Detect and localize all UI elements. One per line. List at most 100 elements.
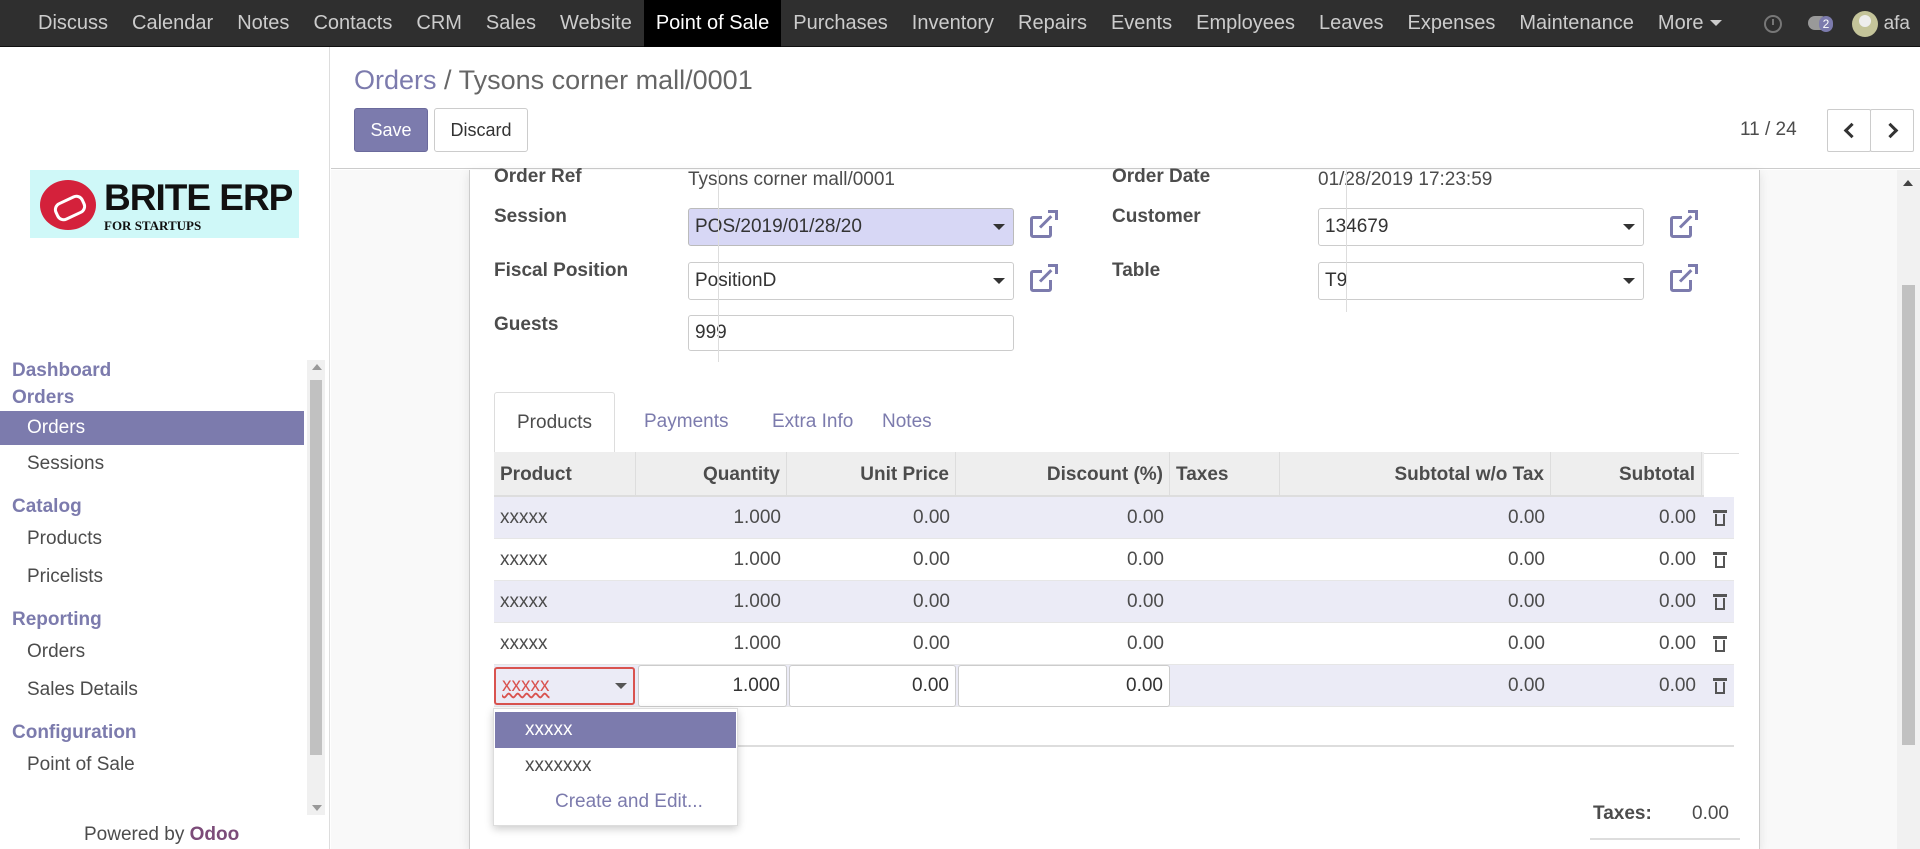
- caret-down-icon: [1709, 20, 1722, 26]
- menu-item-inventory[interactable]: Inventory: [900, 0, 1006, 47]
- table-row-editing[interactable]: xxxxx 1.000 0.00 0.00 0.00 0.00: [494, 665, 1734, 707]
- menu-item-point-of-sale[interactable]: Point of Sale: [643, 0, 782, 47]
- discard-button[interactable]: Discard: [434, 108, 528, 152]
- trash-icon[interactable]: [1713, 594, 1727, 610]
- menu-item-employees[interactable]: Employees: [1184, 0, 1307, 47]
- column-header-product[interactable]: Product: [494, 452, 636, 497]
- menu-item-website[interactable]: Website: [548, 0, 644, 47]
- product-select[interactable]: xxxxx: [494, 667, 635, 705]
- tab-notes[interactable]: Notes: [860, 392, 954, 454]
- sidebar-heading-orders[interactable]: Orders: [0, 384, 304, 411]
- sidebar-item-orders[interactable]: Orders: [0, 411, 304, 445]
- sidebar-item-orders[interactable]: Orders: [0, 633, 304, 671]
- sidebar-item-sessions[interactable]: Sessions: [0, 445, 304, 483]
- column-header-unit-price[interactable]: Unit Price: [787, 452, 956, 497]
- table-row[interactable]: xxxxx 1.000 0.00 0.00 0.00 0.00: [494, 497, 1734, 539]
- cell-quantity: 1.000: [733, 591, 781, 612]
- menu-item-maintenance[interactable]: Maintenance: [1507, 0, 1646, 47]
- session-select[interactable]: POS/2019/01/28/20: [688, 208, 1014, 246]
- breadcrumb-separator: /: [444, 65, 452, 95]
- quantity-input[interactable]: 1.000: [638, 665, 787, 707]
- menu-item-leaves[interactable]: Leaves: [1307, 0, 1396, 47]
- trash-icon[interactable]: [1713, 510, 1727, 526]
- customer-select[interactable]: 134679: [1318, 208, 1644, 246]
- menu-item-notes[interactable]: Notes: [225, 0, 301, 47]
- guests-input[interactable]: 999: [688, 315, 1014, 351]
- cell-subtotal: 0.00: [1659, 549, 1696, 570]
- table-row[interactable]: xxxxx 1.000 0.00 0.00 0.00 0.00: [494, 539, 1734, 581]
- pager-value[interactable]: 11 / 24: [1740, 119, 1797, 141]
- dropdown-option[interactable]: xxxxx: [495, 712, 736, 748]
- main-scrollbar[interactable]: [1897, 170, 1920, 849]
- dropdown-option[interactable]: xxxxxxx: [495, 748, 736, 784]
- trash-icon[interactable]: [1713, 636, 1727, 652]
- control-panel: Orders / Tysons corner mall/0001 Save Di…: [331, 47, 1920, 169]
- sidebar-item-products[interactable]: Products: [0, 520, 304, 558]
- user-name[interactable]: afa: [1884, 13, 1910, 35]
- table-row[interactable]: xxxxx 1.000 0.00 0.00 0.00 0.00: [494, 581, 1734, 623]
- external-link-icon[interactable]: [1030, 264, 1058, 292]
- fiscal-position-select[interactable]: PositionD: [688, 262, 1014, 300]
- chat-icon[interactable]: 2: [1807, 14, 1834, 34]
- cell-discount: 0.00: [1127, 507, 1164, 528]
- menu-item-sales[interactable]: Sales: [474, 0, 548, 47]
- menu-item-repairs[interactable]: Repairs: [1006, 0, 1099, 47]
- trash-icon[interactable]: [1713, 678, 1727, 694]
- save-button[interactable]: Save: [354, 108, 428, 152]
- sidebar-heading-configuration[interactable]: Configuration: [0, 719, 304, 746]
- menu-item-expenses[interactable]: Expenses: [1396, 0, 1508, 47]
- menu-item-crm[interactable]: CRM: [404, 0, 474, 47]
- powered-brand-link[interactable]: Odoo: [190, 824, 240, 845]
- tab-products[interactable]: Products: [494, 392, 615, 454]
- order-date-value: 01/28/2019 17:23:59: [1318, 169, 1493, 190]
- scrollbar-thumb[interactable]: [310, 380, 322, 755]
- tab-extra-info[interactable]: Extra Info: [750, 392, 875, 454]
- menu-item-purchases[interactable]: Purchases: [781, 0, 900, 47]
- scroll-down-icon[interactable]: [312, 805, 322, 811]
- order-date-label: Order Date: [1112, 166, 1211, 187]
- external-link-icon[interactable]: [1670, 264, 1698, 292]
- external-link-icon[interactable]: [1030, 210, 1058, 238]
- cell-unit-price: 0.00: [913, 507, 950, 528]
- sidebar-heading-catalog[interactable]: Catalog: [0, 493, 304, 520]
- chevron-right-icon: [1882, 122, 1899, 139]
- customer-value: 134679: [1325, 216, 1389, 237]
- avatar[interactable]: [1851, 10, 1878, 37]
- scroll-up-icon[interactable]: [312, 364, 322, 370]
- discount-input[interactable]: 0.00: [958, 665, 1170, 707]
- column-header-taxes[interactable]: Taxes: [1170, 452, 1280, 497]
- scrollbar-thumb[interactable]: [1902, 285, 1915, 745]
- column-header-subtotal[interactable]: Subtotal: [1551, 452, 1702, 497]
- column-header-discount[interactable]: Discount (%): [956, 452, 1170, 497]
- sidebar-heading-reporting[interactable]: Reporting: [0, 606, 304, 633]
- clock-icon[interactable]: [1763, 14, 1782, 33]
- sidebar-scrollbar[interactable]: [307, 360, 325, 815]
- table-select[interactable]: T9: [1318, 262, 1644, 300]
- unit-price-input[interactable]: 0.00: [789, 665, 956, 707]
- sidebar-item-pricelists[interactable]: Pricelists: [0, 558, 304, 596]
- menu-item-discuss[interactable]: Discuss: [26, 0, 120, 47]
- product-autocomplete-dropdown: xxxxx xxxxxxx Create and Edit...: [493, 708, 738, 826]
- column-header-quantity[interactable]: Quantity: [636, 452, 787, 497]
- create-and-edit-option[interactable]: Create and Edit...: [495, 784, 736, 820]
- menu-item-more[interactable]: More: [1646, 0, 1704, 47]
- sidebar-item-sales-details[interactable]: Sales Details: [0, 671, 304, 709]
- menu-item-events[interactable]: Events: [1099, 0, 1184, 47]
- pager-next-button[interactable]: [1870, 109, 1914, 152]
- sidebar-item-point-of-sale[interactable]: Point of Sale: [0, 746, 304, 784]
- cell-taxes: [1170, 539, 1280, 580]
- sidebar-heading-dashboard[interactable]: Dashboard: [0, 357, 304, 384]
- breadcrumb-root[interactable]: Orders: [354, 65, 437, 95]
- tab-payments[interactable]: Payments: [622, 392, 750, 454]
- pager-previous-button[interactable]: [1827, 109, 1871, 152]
- menu-item-calendar[interactable]: Calendar: [120, 0, 225, 47]
- table-row[interactable]: xxxxx 1.000 0.00 0.00 0.00 0.00: [494, 623, 1734, 665]
- trash-icon[interactable]: [1713, 552, 1727, 568]
- table-header: Product Quantity Unit Price Discount (%)…: [494, 452, 1704, 497]
- scroll-up-icon[interactable]: [1903, 180, 1913, 186]
- menu-item-contacts[interactable]: Contacts: [301, 0, 404, 47]
- external-link-icon[interactable]: [1670, 210, 1698, 238]
- column-header-subtotal-wo-tax[interactable]: Subtotal w/o Tax: [1280, 452, 1551, 497]
- cell-unit-price: 0.00: [913, 591, 950, 612]
